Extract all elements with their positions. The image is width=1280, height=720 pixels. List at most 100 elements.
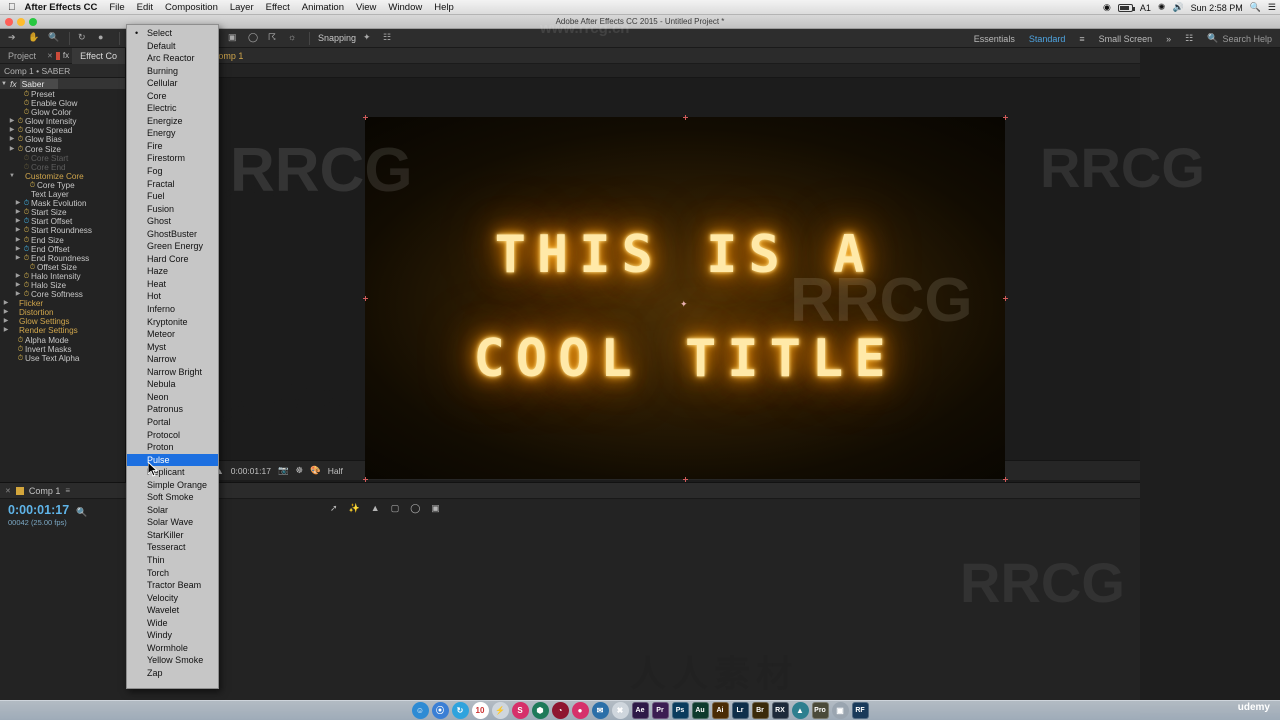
- selection-handle-mr[interactable]: [1003, 296, 1008, 301]
- preset-item[interactable]: Patronus: [127, 403, 218, 416]
- dock-br-icon[interactable]: Br: [751, 702, 769, 719]
- effect-property-row[interactable]: ▶ ⏱ End Offset: [0, 245, 125, 254]
- node-icon[interactable]: ⬢: [531, 702, 549, 719]
- property-twirl-icon[interactable]: ▶: [14, 226, 22, 235]
- stopwatch-icon[interactable]: ⏱: [28, 263, 37, 272]
- effect-property-row[interactable]: ▶ ⏱ End Size: [0, 236, 125, 245]
- search-help[interactable]: 🔍 Search Help: [1207, 33, 1272, 44]
- preset-item[interactable]: Core: [127, 90, 218, 103]
- effect-property-row[interactable]: ▶ ⏱ Halo Size: [0, 281, 125, 290]
- menu-file[interactable]: File: [109, 2, 124, 13]
- preset-item[interactable]: Cellular: [127, 77, 218, 90]
- preset-item[interactable]: Thin: [127, 554, 218, 567]
- mail-icon[interactable]: ✉: [591, 702, 609, 719]
- preset-item[interactable]: Yellow Smoke: [127, 654, 218, 667]
- preset-item[interactable]: Wormhole: [127, 642, 218, 655]
- preset-item[interactable]: Meteor: [127, 328, 218, 341]
- stopwatch-icon[interactable]: ⏱: [16, 117, 25, 126]
- preset-item[interactable]: Neon: [127, 391, 218, 404]
- eraser-tool-icon[interactable]: ◯: [248, 32, 261, 45]
- channels-icon[interactable]: 🎨: [310, 465, 321, 476]
- preset-item[interactable]: Heat: [127, 278, 218, 291]
- graph-editor-icon[interactable]: ➚: [330, 503, 338, 514]
- selection-handle-tm[interactable]: [683, 115, 688, 120]
- effect-property-row[interactable]: ▶ ⏱ Glow Bias: [0, 135, 125, 144]
- dock-rf-icon[interactable]: RF: [851, 702, 869, 719]
- effect-property-row[interactable]: ▶ ⏱ Core Softness: [0, 290, 125, 299]
- property-twirl-icon[interactable]: ▶: [14, 245, 22, 254]
- timeline-search-icon[interactable]: 🔍: [76, 507, 87, 518]
- show-snapshot-icon[interactable]: ☸: [296, 465, 304, 476]
- dock-rx-icon[interactable]: RX: [771, 702, 789, 719]
- camera-tool-icon[interactable]: ●: [98, 32, 111, 45]
- stopwatch-icon[interactable]: ⏱: [22, 236, 31, 245]
- list-icon[interactable]: ☰: [1268, 2, 1276, 13]
- effect-property-row[interactable]: ⏱ Preset: [0, 90, 125, 99]
- effect-property-row[interactable]: ⏱ Offset Size: [0, 263, 125, 272]
- tab-effect-controls[interactable]: Effect Co: [72, 47, 125, 64]
- effect-twirl-icon[interactable]: ▼: [0, 81, 8, 87]
- apple-icon[interactable]: : [8, 2, 16, 13]
- stopwatch-icon[interactable]: ⏱: [22, 281, 31, 290]
- stopwatch-icon[interactable]: ⏱: [22, 290, 31, 299]
- adobe-stock-icon[interactable]: ☷: [1185, 33, 1193, 44]
- calendar-icon[interactable]: 10: [471, 702, 489, 719]
- selection-handle-ml[interactable]: [363, 296, 368, 301]
- battery-icon[interactable]: [1117, 3, 1135, 12]
- stopwatch-icon[interactable]: ⏱: [22, 154, 31, 163]
- dock-au-icon[interactable]: Au: [691, 702, 709, 719]
- property-twirl-icon[interactable]: ▶: [8, 145, 16, 154]
- workspace-essentials[interactable]: Essentials: [974, 34, 1015, 44]
- property-twirl-icon[interactable]: ▶: [14, 254, 22, 263]
- preset-item[interactable]: Zap: [127, 667, 218, 680]
- preset-item[interactable]: Arc Reactor: [127, 52, 218, 65]
- effect-property-row[interactable]: ▶ ⏱ Halo Intensity: [0, 272, 125, 281]
- minimize-icon[interactable]: [17, 18, 25, 26]
- stopwatch-icon[interactable]: ⏱: [28, 181, 37, 190]
- volume-icon[interactable]: 🔊: [1172, 2, 1183, 13]
- property-twirl-icon[interactable]: ▶: [2, 308, 10, 317]
- dock-ae-icon[interactable]: Ae: [631, 702, 649, 719]
- stopwatch-icon[interactable]: ⏱: [22, 108, 31, 117]
- roto-tool-icon[interactable]: ☈: [268, 32, 281, 45]
- preset-item[interactable]: Green Energy: [127, 240, 218, 253]
- preset-item[interactable]: Tesseract: [127, 541, 218, 554]
- preset-item[interactable]: Ghost: [127, 215, 218, 228]
- close-icon[interactable]: [5, 18, 13, 26]
- property-twirl-icon[interactable]: ▶: [14, 236, 22, 245]
- dock-lr-icon[interactable]: Lr: [731, 702, 749, 719]
- selection-tool-icon[interactable]: ➔: [8, 32, 21, 45]
- prism-icon[interactable]: ▲: [791, 702, 809, 719]
- preset-item[interactable]: Solar Wave: [127, 516, 218, 529]
- preset-item[interactable]: Select: [127, 27, 218, 40]
- workspace-small-screen[interactable]: Small Screen: [1099, 34, 1153, 44]
- preset-dropdown-menu[interactable]: SelectDefaultArc ReactorBurningCellularC…: [126, 24, 219, 689]
- property-twirl-icon[interactable]: ▶: [8, 135, 16, 144]
- timeline-menu-icon[interactable]: ≡: [65, 486, 70, 495]
- preset-item[interactable]: Wide: [127, 617, 218, 630]
- menu-edit[interactable]: Edit: [137, 2, 153, 13]
- stopwatch-icon[interactable]: ⏱: [22, 254, 31, 263]
- preset-item[interactable]: Myst: [127, 341, 218, 354]
- menu-animation[interactable]: Animation: [302, 2, 344, 13]
- preset-item[interactable]: Simple Orange: [127, 479, 218, 492]
- property-twirl-icon[interactable]: ▶: [14, 217, 22, 226]
- preset-item[interactable]: Narrow Bright: [127, 366, 218, 379]
- snap-icon[interactable]: ✦: [363, 32, 376, 45]
- tab-project[interactable]: Project: [0, 48, 44, 64]
- menu-help[interactable]: Help: [434, 2, 454, 13]
- timeline-tab-close-icon[interactable]: ✕: [5, 487, 11, 495]
- menu-effect[interactable]: Effect: [266, 2, 290, 13]
- effect-property-row[interactable]: ▶ ⏱ Glow Spread: [0, 126, 125, 135]
- preset-item[interactable]: Protocol: [127, 429, 218, 442]
- preset-item[interactable]: Tractor Beam: [127, 579, 218, 592]
- stopwatch-icon[interactable]: ⏱: [22, 272, 31, 281]
- dock-ps-icon[interactable]: Ps: [671, 702, 689, 719]
- snapshot-icon[interactable]: 📷: [278, 465, 289, 476]
- stopwatch-icon[interactable]: ⏱: [22, 199, 31, 208]
- effect-property-row[interactable]: ⏱ Core End: [0, 163, 125, 172]
- property-twirl-icon[interactable]: ▶: [8, 126, 16, 135]
- menu-layer[interactable]: Layer: [230, 2, 254, 13]
- timeline-tab-label[interactable]: Comp 1: [29, 486, 61, 496]
- stopwatch-icon[interactable]: ⏱: [22, 208, 31, 217]
